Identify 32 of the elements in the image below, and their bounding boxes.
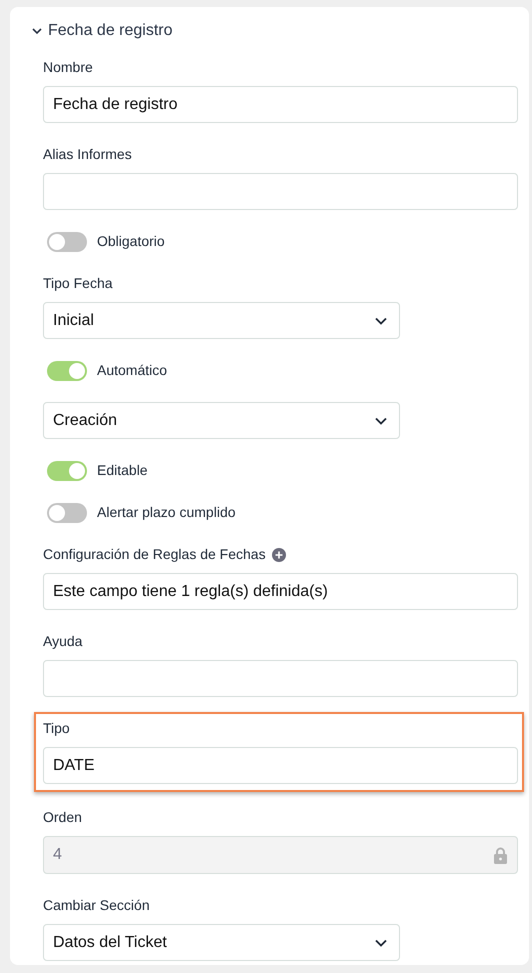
field-label: Ayuda bbox=[43, 632, 82, 651]
select-dropdown[interactable]: Inicial bbox=[43, 302, 400, 339]
select-dropdown[interactable]: Datos del Ticket bbox=[43, 924, 400, 961]
field-label: Configuración de Reglas de Fechas bbox=[43, 545, 266, 564]
lock-icon bbox=[494, 846, 507, 864]
toggle-label: Obligatorio bbox=[97, 232, 165, 251]
chevron-icon[interactable] bbox=[32, 27, 42, 35]
chevron-down-icon bbox=[375, 416, 387, 424]
toggle-switch[interactable] bbox=[47, 360, 87, 380]
field-label: Orden bbox=[43, 808, 82, 827]
field-label: Tipo bbox=[43, 719, 70, 738]
field-label: Tipo Fecha bbox=[43, 274, 113, 293]
toggle-switch[interactable] bbox=[47, 502, 87, 522]
add-icon[interactable] bbox=[272, 548, 286, 562]
chevron-down-icon bbox=[375, 316, 387, 324]
input-field[interactable] bbox=[43, 173, 518, 210]
field-label: Cambiar Sección bbox=[43, 896, 150, 915]
toggle-switch[interactable] bbox=[47, 232, 87, 252]
input-field[interactable]: Fecha de registro bbox=[43, 86, 518, 123]
toggle-label: Alertar plazo cumplido bbox=[97, 503, 236, 522]
input-field[interactable] bbox=[43, 660, 518, 697]
chevron-down-icon bbox=[375, 938, 387, 946]
toggle-switch[interactable] bbox=[47, 460, 87, 480]
input-field[interactable]: Este campo tiene 1 regla(s) definida(s) bbox=[43, 573, 518, 610]
toggle-label: Editable bbox=[97, 461, 148, 480]
toggle-label: Automático bbox=[97, 361, 168, 380]
input-field[interactable]: DATE bbox=[43, 747, 518, 784]
field-label: Alias Informes bbox=[43, 145, 132, 164]
locked-field: 4 bbox=[43, 836, 518, 874]
select-dropdown[interactable]: Creación bbox=[43, 402, 400, 439]
field-label: Nombre bbox=[43, 58, 93, 77]
section-title: Fecha de registro bbox=[48, 21, 173, 41]
